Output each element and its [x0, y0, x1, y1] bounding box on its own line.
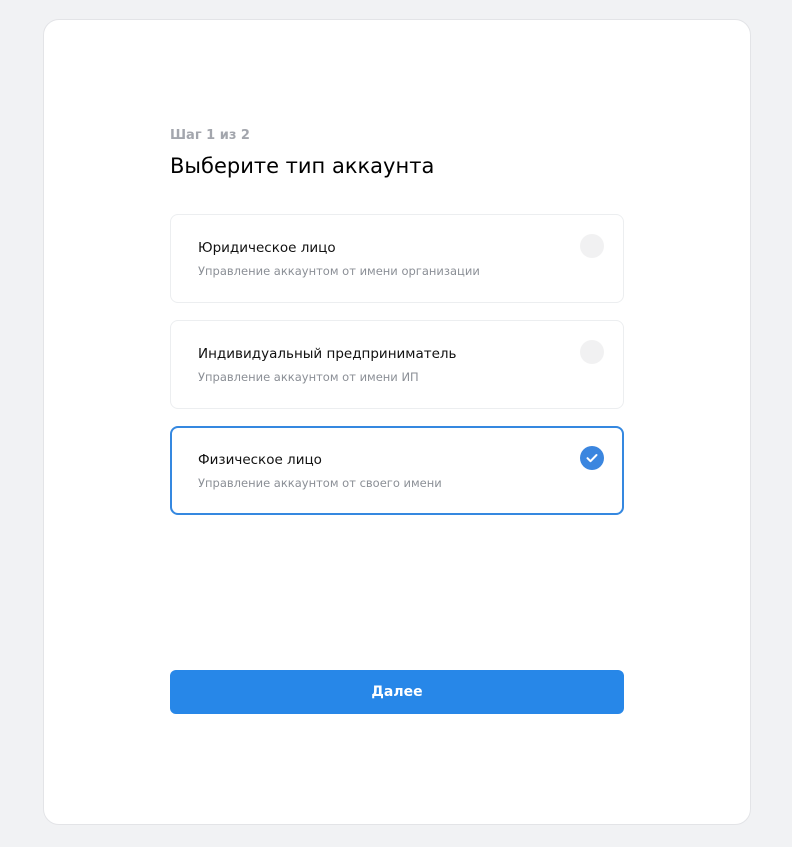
option-label: Индивидуальный предприниматель [198, 346, 457, 362]
option-description: Управление аккаунтом от своего имени [198, 476, 442, 490]
option-individual-entrepreneur[interactable]: Индивидуальный предприниматель Управлени… [170, 320, 624, 409]
option-individual[interactable]: Физическое лицо Управление аккаунтом от … [170, 426, 624, 515]
check-icon[interactable] [580, 446, 604, 470]
option-description: Управление аккаунтом от имени организаци… [198, 264, 480, 278]
option-label: Физическое лицо [198, 452, 322, 468]
step-indicator: Шаг 1 из 2 [170, 128, 250, 143]
option-description: Управление аккаунтом от имени ИП [198, 370, 419, 384]
radio-unchecked-icon[interactable] [580, 234, 604, 258]
next-button[interactable]: Далее [170, 670, 624, 714]
option-label: Юридическое лицо [198, 240, 336, 256]
radio-unchecked-icon[interactable] [580, 340, 604, 364]
page-title: Выберите тип аккаунта [170, 154, 435, 178]
option-legal-entity[interactable]: Юридическое лицо Управление аккаунтом от… [170, 214, 624, 303]
